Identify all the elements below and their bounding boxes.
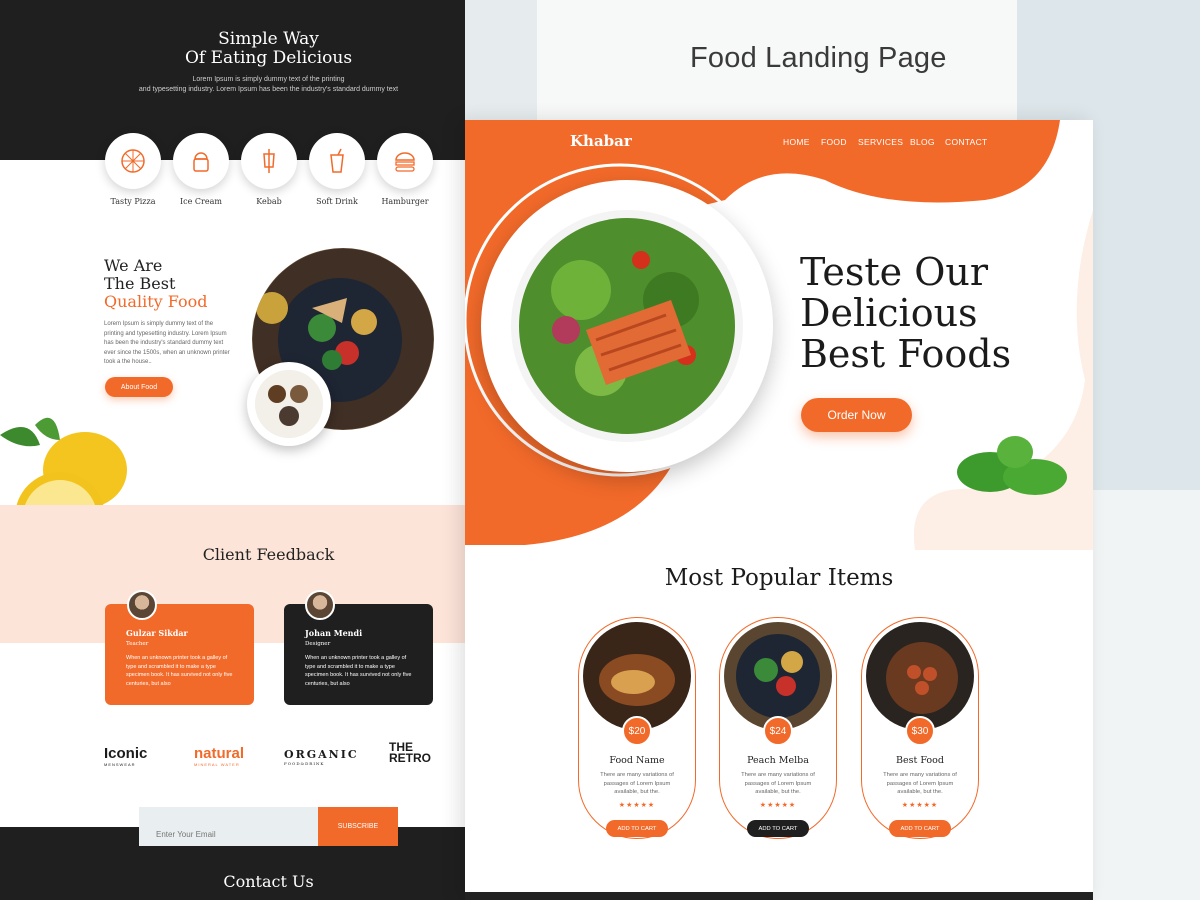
nav-contact[interactable]: CONTACT [945, 137, 988, 147]
about-heading-accent: Quality Food [104, 292, 208, 311]
left-page-preview: Simple Way Of Eating Delicious Lorem Ips… [0, 0, 465, 900]
hero-title: Simple Way Of Eating Delicious [0, 30, 465, 68]
avatar [127, 590, 157, 620]
about-heading-line2: The Best [104, 274, 176, 293]
nav-food[interactable]: FOOD [821, 137, 847, 147]
rating-stars: ★★★★★ [759, 802, 797, 809]
product-image [724, 622, 832, 730]
brand-subtitle: FOOD&DRINK [284, 761, 325, 766]
nav-home[interactable]: HOME [783, 137, 810, 147]
product-description: There are many variations of passages of… [883, 772, 957, 795]
contact-title: Contact Us [223, 872, 314, 891]
product-image [866, 622, 974, 730]
basil-leaf-decoration [957, 436, 1067, 495]
small-dish-image [247, 362, 331, 446]
hero-heading: Teste Our Delicious Best Foods [800, 252, 1011, 375]
rating-stars: ★★★★★ [901, 802, 939, 809]
brand-name: THE RETRO [389, 740, 431, 765]
product-name: Best Food [896, 755, 944, 766]
nav-blog[interactable]: BLOG [910, 137, 935, 147]
add-to-cart-button[interactable]: ADD TO CART [747, 820, 809, 837]
product-image [583, 622, 691, 730]
popular-items-title: Most Popular Items [664, 565, 894, 591]
soft-drink-icon [309, 133, 365, 189]
brand-name: ORGANIC [284, 748, 359, 761]
category-pizza[interactable]: Tasty Pizza [105, 133, 161, 206]
right-page-preview: Khabar HOME FOOD SERVICES BLOG CONTACT T… [465, 120, 1093, 900]
category-hamburger[interactable]: Hamburger [377, 133, 433, 206]
price-badge: $30 [905, 716, 935, 746]
feedback-title: Client Feedback [202, 545, 335, 564]
about-text: Lorem Ipsum is simply dummy text of the … [104, 321, 230, 365]
reviewer-name: Gulzar Sikdar [126, 628, 188, 638]
hero-heading-line1: Teste Our [800, 250, 989, 294]
category-soft-drink[interactable]: Soft Drink [309, 133, 365, 206]
add-to-cart-button[interactable]: ADD TO CART [889, 820, 951, 837]
subscribe-button[interactable]: SUBSCRIBE [318, 807, 398, 846]
nav-services[interactable]: SERVICES [858, 137, 903, 147]
price-badge: $20 [622, 716, 652, 746]
hero-title-line1: Simple Way [218, 29, 319, 49]
category-label: Tasty Pizza [110, 197, 156, 206]
brand-name: Iconic [104, 745, 148, 762]
category-label: Kebab [256, 197, 282, 206]
site-logo[interactable]: Khabar [570, 132, 632, 150]
product-card: $24 Peach Melba There are many variation… [719, 617, 837, 839]
review-text: When an unknown printer took a galley of… [305, 655, 412, 687]
hero-text-line2: and typesetting industry. Lorem Ipsum ha… [138, 86, 399, 93]
product-name: Food Name [609, 755, 665, 766]
hero-heading-line3: Best Foods [800, 332, 1012, 376]
footer-edge [465, 892, 1093, 900]
reviewer-name: Johan Mendi [305, 628, 363, 638]
hero-text: Lorem Ipsum is simply dummy text of the … [0, 75, 465, 95]
category-kebab[interactable]: Kebab [241, 133, 297, 206]
kebab-icon [241, 133, 297, 189]
brand-logo-organic: ORGANIC FOOD&DRINK [284, 748, 359, 766]
review-text: When an unknown printer took a galley of… [126, 655, 233, 687]
hero-text-line1: Lorem Ipsum is simply dummy text of the … [192, 76, 345, 83]
brand-subtitle: MINERAL WATER [194, 762, 240, 767]
about-food-button[interactable]: About Food [105, 377, 173, 397]
feedback-card: Gulzar Sikdar Teacher When an unknown pr… [105, 604, 254, 705]
brand-subtitle: MENSWEAR [104, 762, 136, 767]
reviewer-role: Designer [305, 641, 331, 647]
category-ice-cream[interactable]: Ice Cream [173, 133, 229, 206]
showcase-side-panel-lower [1093, 490, 1200, 900]
hero-title-line2: Of Eating Delicious [184, 48, 353, 68]
brand-logo-natural: natural MINERAL WATER [194, 745, 244, 767]
reviewer-role: Teacher [126, 641, 149, 647]
product-card: $20 Food Name There are many variations … [578, 617, 696, 839]
category-label: Soft Drink [316, 197, 358, 206]
salad-plate-image [481, 180, 773, 472]
hamburger-icon [377, 133, 433, 189]
brand-logo-retro: THE RETRO [389, 740, 434, 765]
pizza-icon [105, 133, 161, 189]
brand-logo-iconic: Iconic MENSWEAR [104, 745, 147, 767]
avatar [305, 590, 335, 620]
about-heading: We Are The Best Quality Food [104, 257, 207, 311]
product-description: There are many variations of passages of… [741, 772, 815, 795]
add-to-cart-button[interactable]: ADD TO CART [606, 820, 668, 837]
email-input[interactable] [139, 807, 318, 846]
ice-cream-icon [173, 133, 229, 189]
category-label: Hamburger [381, 197, 429, 206]
product-name: Peach Melba [747, 755, 809, 766]
price-badge: $24 [763, 716, 793, 746]
product-card: $30 Best Food There are many variations … [861, 617, 979, 839]
rating-stars: ★★★★★ [618, 802, 656, 809]
brand-name: natural [194, 745, 245, 762]
category-label: Ice Cream [180, 197, 222, 206]
product-description: There are many variations of passages of… [600, 772, 674, 795]
feedback-card: Johan Mendi Designer When an unknown pri… [284, 604, 433, 705]
showcase-title: Food Landing Page [690, 42, 947, 74]
about-heading-line1: We Are [104, 256, 163, 275]
hero-heading-line2: Delicious [800, 291, 978, 335]
order-now-button[interactable]: Order Now [801, 398, 912, 432]
